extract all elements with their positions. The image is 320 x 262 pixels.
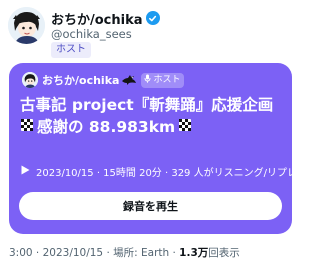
view-count-label: 回表示 [208,247,240,259]
checkered-flag-icon [20,116,34,138]
verified-badge-icon [145,11,160,25]
space-title-line-2: 感謝の 88.983km [37,118,176,136]
author-display-name[interactable]: おちか/ochika [51,9,143,28]
space-title-line-2-row: 感謝の 88.983km [20,116,286,138]
avatar[interactable] [8,7,45,44]
author-handle[interactable]: @ochika_sees [51,27,132,41]
play-recording-button[interactable]: 録音を再生 [19,192,282,220]
checkered-flag-icon [178,116,192,138]
space-host-name: おちか/ochika [42,74,120,87]
crow-emoji-icon [121,71,137,90]
tweet-footer: 3:00 · 2023/10/15 · 場所: Earth · 1.3万回表示 [9,245,240,260]
space-title-line-1: 古事記 project『斬舞踊』応援企画 [20,96,274,114]
space-host-badge-label: ホスト [153,74,181,85]
space-meta-row: 2023/10/15 · 15時間 20分 · 329 人がリスニング/リプレイ [21,164,307,179]
space-title: 古事記 project『斬舞踊』応援企画 感謝の 88.983km [20,94,286,138]
play-icon [21,165,30,178]
host-badge: ホスト [51,42,91,58]
space-host-avatar [22,72,38,88]
view-count: 1.3万 [179,247,209,259]
tweet-timestamp[interactable]: 3:00 · 2023/10/15 · 場所: Earth · [9,247,179,259]
author-name-row: おちか/ochika [51,9,160,28]
space-meta-text: 2023/10/15 · 15時間 20分 · 329 人がリスニング/リプレイ [36,168,307,179]
microphone-icon [144,74,151,87]
space-card[interactable]: おちか/ochika ホスト 古事記 project『斬舞踊』応援企画 感謝の … [9,63,307,234]
space-host-row: おちか/ochika ホスト [22,71,185,90]
space-host-badge: ホスト [141,72,185,88]
